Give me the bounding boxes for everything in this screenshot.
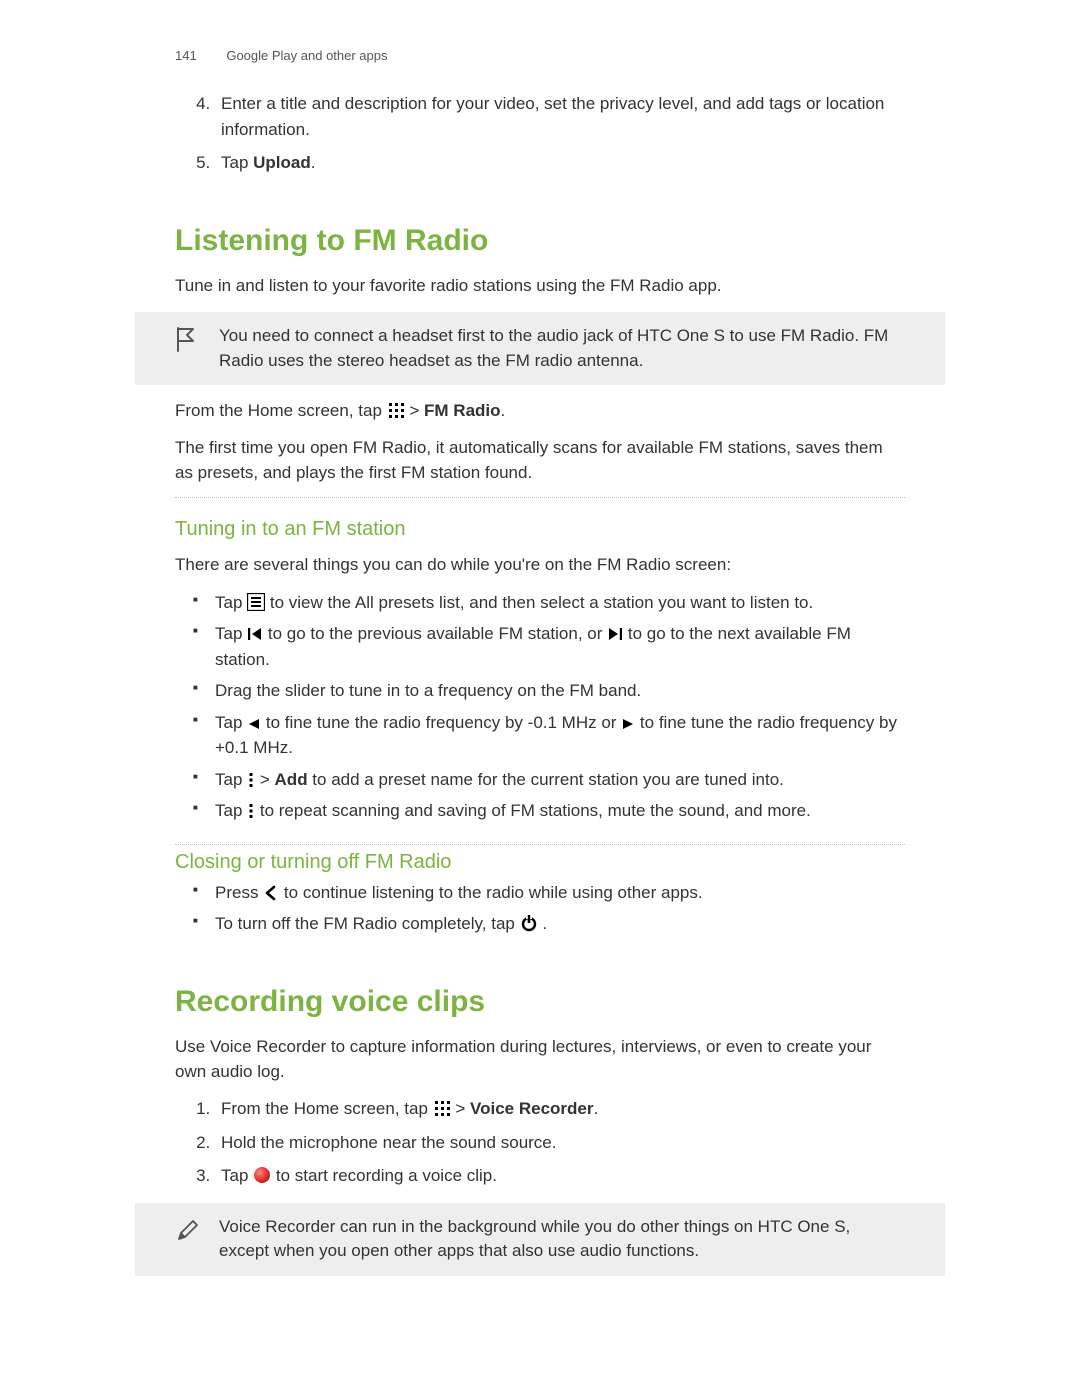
closing-subtitle: Closing or turning off FM Radio — [175, 844, 905, 874]
text-bold: Add — [275, 770, 308, 789]
text-pre: Tap — [215, 770, 247, 789]
text-post: . — [501, 401, 506, 420]
step-text-bold: Upload — [253, 153, 311, 172]
text-pre: Tap — [215, 593, 247, 612]
text-pre: Press — [215, 883, 263, 902]
document-page: 141 Google Play and other apps Enter a t… — [0, 0, 1080, 1397]
text-post: to view the All presets list, and then s… — [270, 593, 813, 612]
power-icon — [520, 914, 538, 932]
fm-radio-intro: Tune in and listen to your favorite radi… — [175, 274, 905, 299]
list-item: Tap to start recording a voice clip. — [215, 1163, 905, 1189]
text-mid: > — [409, 401, 424, 420]
fm-radio-title: Listening to FM Radio — [175, 216, 905, 258]
text-post: . — [594, 1099, 599, 1118]
text-pre: From the Home screen, tap — [221, 1099, 433, 1118]
all-apps-icon — [387, 401, 405, 419]
text-mid: to go to the previous available FM stati… — [268, 624, 607, 643]
text-pre: Tap — [215, 801, 247, 820]
launch-instruction: From the Home screen, tap > FM Radio. — [175, 399, 905, 424]
list-item: Tap Upload. — [215, 150, 905, 176]
text-post: . — [542, 914, 547, 933]
continued-steps-list: Enter a title and description for your v… — [175, 91, 905, 176]
back-icon — [263, 885, 279, 901]
page-number: 141 — [175, 48, 197, 63]
list-menu-icon — [247, 593, 265, 611]
text-mid: > — [260, 770, 275, 789]
voice-steps: From the Home screen, tap > Voice Record… — [175, 1096, 905, 1189]
prev-station-icon — [247, 626, 263, 642]
record-icon — [253, 1166, 271, 1184]
text-pre: From the Home screen, tap — [175, 401, 387, 420]
divider — [175, 497, 905, 498]
text-post: to repeat scanning and saving of FM stat… — [260, 801, 811, 820]
next-station-icon — [607, 626, 623, 642]
step-text-pre: Tap — [221, 153, 253, 172]
closing-bullets: Press to continue listening to the radio… — [175, 880, 905, 937]
text: Drag the slider to tune in to a frequenc… — [215, 681, 641, 700]
list-item: Drag the slider to tune in to a frequenc… — [215, 678, 905, 704]
flag-icon — [175, 326, 205, 360]
list-item: Tap to go to the previous available FM s… — [215, 621, 905, 672]
text-bold: FM Radio — [424, 401, 501, 420]
overflow-menu-icon — [247, 772, 255, 788]
fine-tune-down-icon — [247, 717, 261, 731]
voice-intro: Use Voice Recorder to capture informatio… — [175, 1035, 905, 1084]
list-item: Tap to fine tune the radio frequency by … — [215, 710, 905, 761]
list-item: Hold the microphone near the sound sourc… — [215, 1130, 905, 1156]
text-mid: to fine tune the radio frequency by -0.1… — [266, 713, 621, 732]
list-item: From the Home screen, tap > Voice Record… — [215, 1096, 905, 1122]
all-apps-icon — [433, 1099, 451, 1117]
text-pre: Tap — [221, 1166, 253, 1185]
list-item: Tap to repeat scanning and saving of FM … — [215, 798, 905, 824]
text-post: to add a preset name for the current sta… — [308, 770, 784, 789]
note-text: You need to connect a headset first to t… — [219, 324, 905, 373]
voice-title: Recording voice clips — [175, 977, 905, 1019]
tuning-bullets: Tap to view the All presets list, and th… — [175, 590, 905, 824]
text-post: to continue listening to the radio while… — [284, 883, 703, 902]
pencil-icon — [175, 1217, 205, 1251]
fine-tune-up-icon — [621, 717, 635, 731]
text-pre: To turn off the FM Radio completely, tap — [215, 914, 520, 933]
step-text: Hold the microphone near the sound sourc… — [221, 1133, 556, 1152]
list-item: To turn off the FM Radio completely, tap… — [215, 911, 905, 937]
tuning-subtitle: Tuning in to an FM station — [175, 518, 905, 541]
text-pre: Tap — [215, 624, 247, 643]
text-pre: Tap — [215, 713, 247, 732]
text-post: to start recording a voice clip. — [276, 1166, 497, 1185]
list-item: Enter a title and description for your v… — [215, 91, 905, 142]
step-text-post: . — [311, 153, 316, 172]
list-item: Tap to view the All presets list, and th… — [215, 590, 905, 616]
text-mid: > — [455, 1099, 470, 1118]
fm-firsttime: The first time you open FM Radio, it aut… — [175, 436, 905, 485]
page-header: 141 Google Play and other apps — [175, 48, 905, 63]
overflow-menu-icon — [247, 803, 255, 819]
list-item: Tap > Add to add a preset name for the c… — [215, 767, 905, 793]
list-item: Press to continue listening to the radio… — [215, 880, 905, 906]
background-note: Voice Recorder can run in the background… — [135, 1203, 945, 1276]
tuning-intro: There are several things you can do whil… — [175, 553, 905, 578]
step-text: Enter a title and description for your v… — [221, 94, 884, 139]
chapter-title: Google Play and other apps — [226, 48, 387, 63]
text-bold: Voice Recorder — [470, 1099, 593, 1118]
note-text: Voice Recorder can run in the background… — [219, 1215, 905, 1264]
headset-required-note: You need to connect a headset first to t… — [135, 312, 945, 385]
